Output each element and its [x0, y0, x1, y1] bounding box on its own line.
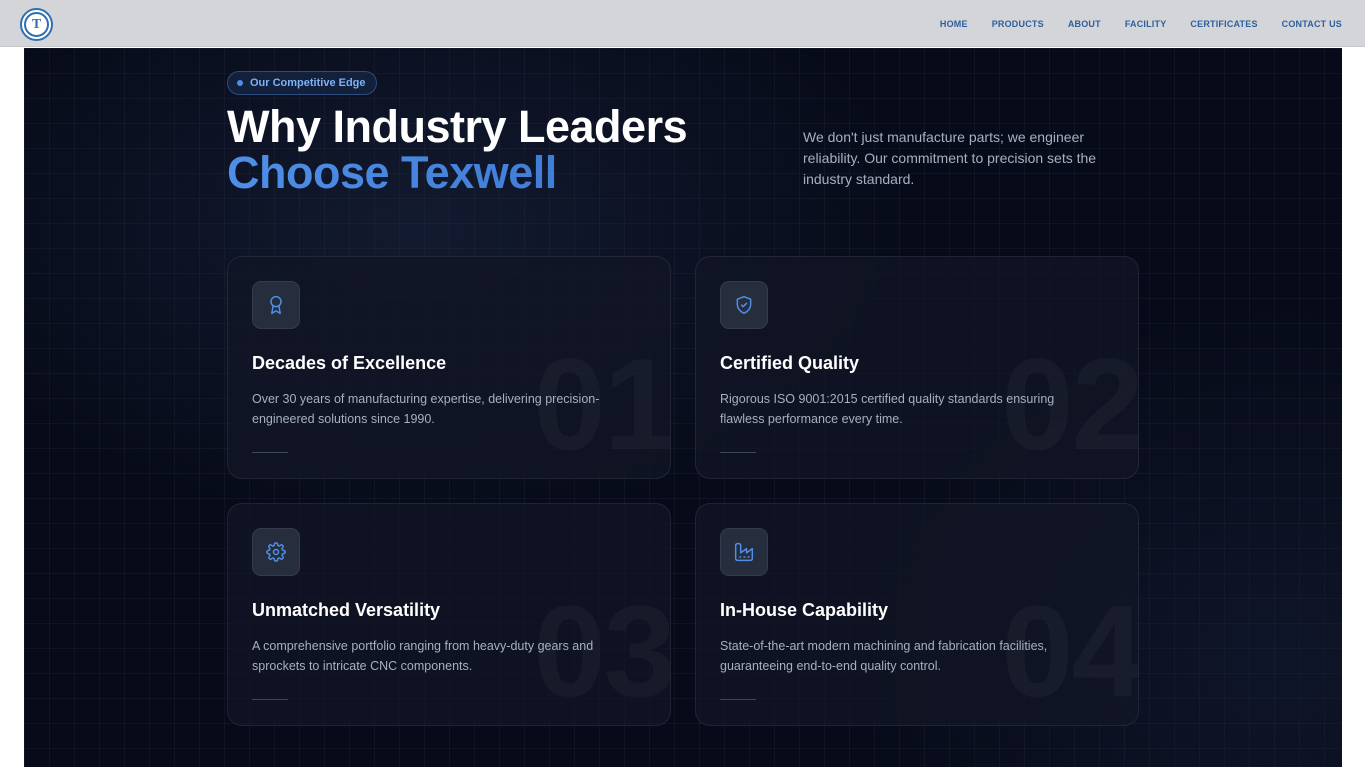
factory-icon: [720, 528, 768, 576]
feature-card-versatility[interactable]: 03 Unmatched Versatility A comprehensive…: [227, 503, 671, 726]
card-divider: [252, 452, 288, 453]
card-divider: [720, 452, 756, 453]
badge-dot: [237, 80, 243, 86]
card-description: Rigorous ISO 9001:2015 certified quality…: [720, 392, 1055, 426]
nav-link-products[interactable]: PRODUCTS: [992, 19, 1044, 29]
card-title: Unmatched Versatility: [252, 600, 441, 620]
badge-label: Our Competitive Edge: [250, 77, 366, 89]
navbar: T HOME PRODUCTS ABOUT FACILITY CERTIFICA…: [0, 0, 1365, 47]
logo-mark: T: [24, 12, 49, 37]
logo[interactable]: T: [20, 8, 53, 41]
card-title: Certified Quality: [720, 353, 860, 373]
feature-card-excellence[interactable]: 01 Decades of Excellence Over 30 years o…: [227, 256, 671, 479]
gear-icon: [252, 528, 300, 576]
nav-link-facility[interactable]: FACILITY: [1125, 19, 1167, 29]
why-choose-section: Our Competitive Edge Why Industry Leader…: [24, 48, 1342, 767]
shield-check-icon: [720, 281, 768, 329]
section-lead: We don't just manufacture parts; we engi…: [803, 129, 1097, 187]
nav-link-contact[interactable]: CONTACT US: [1282, 19, 1342, 29]
card-divider: [252, 699, 288, 700]
card-description: Over 30 years of manufacturing expertise…: [252, 392, 600, 426]
feature-card-capability[interactable]: 04 In-House Capability State-of-the-art …: [695, 503, 1139, 726]
nav-link-home[interactable]: HOME: [940, 19, 968, 29]
card-divider: [720, 699, 756, 700]
feature-card-quality[interactable]: 02 Certified Quality Rigorous ISO 9001:2…: [695, 256, 1139, 479]
card-title: In-House Capability: [720, 600, 889, 620]
title-line-1: Why Industry Leaders: [227, 101, 688, 152]
nav-link-about[interactable]: ABOUT: [1068, 19, 1101, 29]
section-title: Why Industry Leaders Choose Texwell: [227, 101, 688, 196]
nav-link-certificates[interactable]: CERTIFICATES: [1190, 19, 1257, 29]
title-line-2: Choose Texwell: [227, 150, 687, 196]
card-description: A comprehensive portfolio ranging from h…: [252, 639, 594, 673]
nav-links: HOME PRODUCTS ABOUT FACILITY CERTIFICATE…: [940, 0, 1342, 47]
section-badge: Our Competitive Edge: [227, 71, 377, 95]
card-title: Decades of Excellence: [252, 353, 447, 373]
award-icon: [252, 281, 300, 329]
card-description: State-of-the-art modern machining and fa…: [720, 639, 1048, 673]
